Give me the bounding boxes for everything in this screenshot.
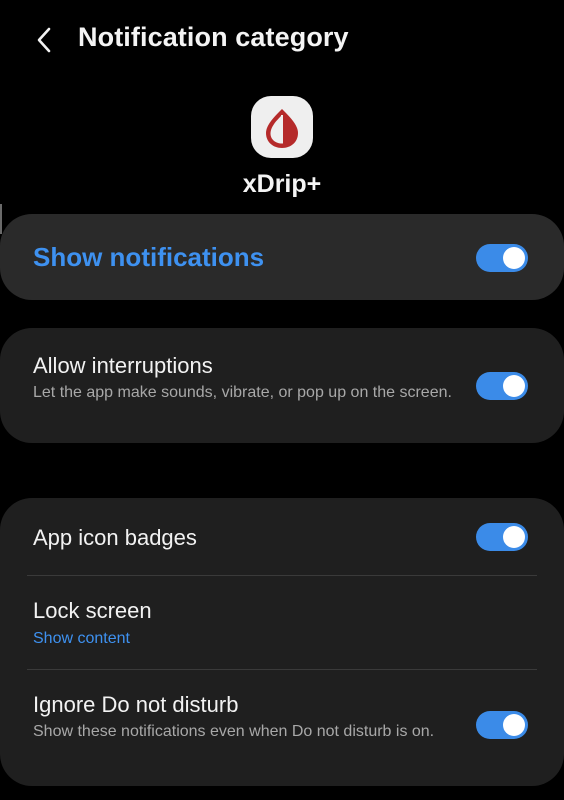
app-icon-badges-row[interactable]: App icon badges	[0, 498, 564, 575]
show-notifications-label: Show notifications	[33, 242, 265, 272]
show-notifications-toggle[interactable]	[476, 244, 528, 272]
lock-screen-value: Show content	[33, 630, 130, 647]
allow-interruptions-description: Let the app make sounds, vibrate, or pop…	[33, 384, 452, 401]
ignore-dnd-toggle[interactable]	[476, 711, 528, 739]
allow-interruptions-card: Allow interruptions Let the app make sou…	[0, 328, 564, 443]
back-button[interactable]	[22, 18, 66, 62]
ignore-dnd-description: Show these notifications even when Do no…	[33, 723, 435, 740]
app-header: xDrip+	[0, 96, 564, 199]
show-notifications-row[interactable]: Show notifications	[0, 214, 564, 300]
allow-interruptions-label: Allow interruptions	[33, 353, 213, 378]
lock-screen-label: Lock screen	[33, 598, 152, 623]
app-icon	[251, 96, 313, 158]
ignore-dnd-row[interactable]: Ignore Do not disturb Show these notific…	[0, 670, 564, 786]
ignore-dnd-label: Ignore Do not disturb	[33, 692, 239, 717]
lock-screen-row[interactable]: Lock screen Show content	[0, 576, 564, 669]
toggle-knob	[503, 247, 525, 269]
allow-interruptions-toggle[interactable]	[476, 372, 528, 400]
chevron-left-icon	[37, 27, 51, 53]
blood-drop-icon	[266, 109, 298, 148]
app-icon-badges-toggle[interactable]	[476, 523, 528, 551]
app-icon-badges-label: App icon badges	[33, 525, 197, 550]
top-app-bar: Notification category	[0, 0, 564, 80]
show-notifications-card: Show notifications	[0, 214, 564, 300]
toggle-knob	[503, 714, 525, 736]
toggle-knob	[503, 526, 525, 548]
allow-interruptions-row[interactable]: Allow interruptions Let the app make sou…	[0, 328, 564, 443]
toggle-knob	[503, 375, 525, 397]
page-title: Notification category	[78, 22, 349, 52]
app-name: xDrip+	[242, 170, 322, 198]
notification-options-card: App icon badges Lock screen Show content…	[0, 498, 564, 786]
